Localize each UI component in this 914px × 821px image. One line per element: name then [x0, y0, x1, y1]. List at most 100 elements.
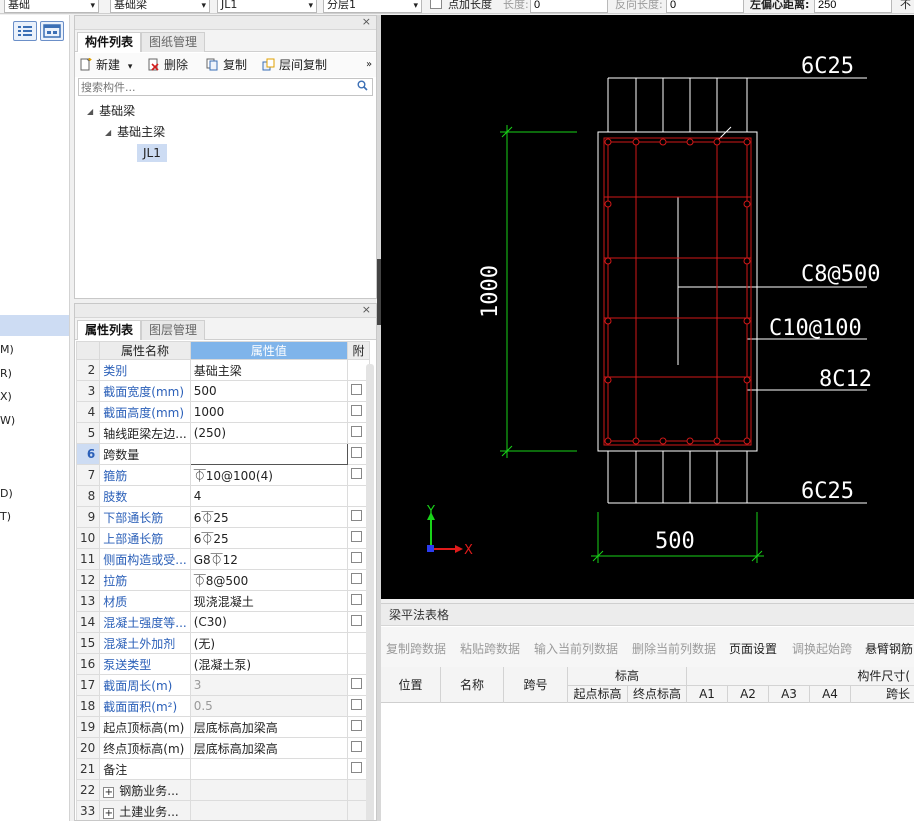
expand-plus-icon[interactable]: + — [103, 786, 115, 798]
tab-property-list[interactable]: 属性列表 — [77, 320, 142, 340]
floor-select[interactable]: 基础 ▾ — [4, 0, 99, 13]
left-nav-selected-item[interactable] — [0, 315, 69, 336]
delete-column-data-button[interactable]: 删除当前列数据 — [632, 640, 716, 657]
property-row[interactable]: 5 轴线距梁左边... (250) — [75, 422, 370, 444]
left-nav-item[interactable]: R) — [0, 367, 12, 381]
property-value[interactable] — [189, 443, 349, 465]
attach-checkbox[interactable] — [351, 594, 363, 605]
property-row[interactable]: 7 箍筋 ⏁10@100(4) — [75, 464, 370, 486]
property-value[interactable]: G8⏁12 — [189, 548, 349, 570]
col-name[interactable]: 名称 — [441, 667, 504, 703]
toolbar-more-button[interactable]: » — [366, 56, 372, 74]
property-row[interactable]: 16 泵送类型 (混凝土泵) — [75, 653, 370, 675]
col-component-size[interactable]: 构件尺寸( — [687, 667, 914, 685]
property-value[interactable]: 现浇混凝土 — [189, 590, 349, 612]
attach-checkbox[interactable] — [351, 426, 363, 437]
left-nav-item[interactable]: W) — [0, 414, 15, 428]
property-value[interactable]: 1000 — [189, 401, 349, 423]
property-row[interactable]: 3 截面宽度(mm) 500 — [75, 380, 370, 402]
new-button[interactable]: 新建 ▾ — [79, 56, 132, 74]
col-span-length[interactable]: 跨长 — [851, 685, 914, 703]
property-row[interactable]: 6 跨数量 — [75, 443, 370, 465]
tab-layer-management[interactable]: 图层管理 — [141, 320, 206, 340]
property-value[interactable]: 基础主梁 — [189, 359, 349, 381]
attach-checkbox[interactable] — [351, 762, 363, 773]
swap-start-span-button[interactable]: 调换起始跨 — [792, 640, 852, 657]
property-row[interactable]: 9 下部通长筋 6⏁25 — [75, 506, 370, 528]
left-nav-item[interactable]: T) — [0, 510, 11, 524]
left-nav-item[interactable]: D) — [0, 487, 13, 501]
close-icon[interactable]: × — [362, 304, 371, 316]
property-value[interactable]: ⏁8@500 — [189, 569, 349, 591]
col-start-elevation[interactable]: 起点标高 — [568, 685, 628, 703]
panel-view-icon[interactable] — [40, 21, 64, 41]
property-row[interactable]: 22 + 钢筋业务... — [75, 779, 370, 801]
property-value[interactable]: 层底标高加梁高 — [189, 716, 349, 738]
property-row[interactable]: 19 起点顶标高(m) 层底标高加梁高 — [75, 716, 370, 738]
property-value[interactable] — [189, 800, 349, 820]
property-value[interactable] — [189, 779, 349, 801]
component-search-input[interactable] — [79, 79, 349, 95]
property-row[interactable]: 2 类别 基础主梁 — [75, 359, 370, 381]
layer-select[interactable]: 分层1 ▾ — [323, 0, 422, 13]
close-icon[interactable]: × — [362, 15, 371, 28]
property-row[interactable]: 15 混凝土外加剂 (无) — [75, 632, 370, 654]
copy-button[interactable]: 复制 — [206, 56, 247, 74]
property-value[interactable]: 4 — [189, 485, 349, 507]
col-position[interactable]: 位置 — [381, 667, 441, 703]
property-row[interactable]: 13 材质 现浇混凝土 — [75, 590, 370, 612]
paste-span-data-button[interactable]: 粘贴跨数据 — [460, 640, 520, 657]
cad-drawing-canvas[interactable]: 6C25 C8@500 C10@100 8C12 6C25 500 1000 Y… — [381, 15, 914, 599]
tab-drawing-management[interactable]: 图纸管理 — [141, 32, 206, 52]
attach-checkbox[interactable] — [351, 720, 363, 731]
property-value[interactable]: 层底标高加梁高 — [189, 737, 349, 759]
tree-node-jl1[interactable]: JL1 — [137, 144, 167, 162]
col-a2[interactable]: A2 — [728, 685, 769, 703]
property-row[interactable]: 20 终点顶标高(m) 层底标高加梁高 — [75, 737, 370, 759]
delete-button[interactable]: 删除 — [147, 56, 188, 74]
property-value[interactable]: 6⏁25 — [189, 506, 349, 528]
property-scrollbar[interactable] — [366, 364, 374, 820]
col-end-elevation[interactable]: 终点标高 — [628, 685, 687, 703]
property-value[interactable]: ⏁10@100(4) — [189, 464, 349, 486]
tree-collapse-icon[interactable]: ◢ — [87, 107, 93, 116]
attach-checkbox[interactable] — [351, 573, 363, 584]
attach-checkbox[interactable] — [351, 699, 363, 710]
property-value[interactable] — [189, 758, 349, 780]
page-setup-button[interactable]: 页面设置 — [729, 640, 777, 657]
col-elevation[interactable]: 标高 — [568, 667, 687, 685]
attach-checkbox[interactable] — [351, 384, 363, 395]
tree-node-main-beam[interactable]: ◢ 基础主梁 — [105, 123, 165, 142]
property-row[interactable]: 17 截面周长(m) 3 — [75, 674, 370, 696]
property-row[interactable]: 33 + 土建业务... — [75, 800, 370, 820]
input-column-data-button[interactable]: 输入当前列数据 — [534, 640, 618, 657]
property-row[interactable]: 4 截面高度(mm) 1000 — [75, 401, 370, 423]
expand-plus-icon[interactable]: + — [103, 807, 115, 819]
property-value[interactable]: (C30) — [189, 611, 349, 633]
attach-checkbox[interactable] — [351, 510, 363, 521]
property-value[interactable]: (混凝土泵) — [189, 653, 349, 675]
name-select[interactable]: JL1 ▾ — [217, 0, 317, 13]
type-select[interactable]: 基础梁 ▾ — [110, 0, 210, 13]
floor-copy-button[interactable]: 层间复制 — [262, 56, 327, 74]
attach-checkbox[interactable] — [351, 678, 363, 689]
col-a1[interactable]: A1 — [687, 685, 728, 703]
property-row[interactable]: 11 侧面构造或受... G8⏁12 — [75, 548, 370, 570]
property-row[interactable]: 18 截面面积(m²) 0.5 — [75, 695, 370, 717]
property-value[interactable]: 3 — [189, 674, 349, 696]
attach-checkbox[interactable] — [351, 552, 363, 563]
property-row[interactable]: 12 拉筋 ⏁8@500 — [75, 569, 370, 591]
length-input[interactable] — [530, 0, 608, 13]
property-value[interactable]: 6⏁25 — [189, 527, 349, 549]
property-value[interactable]: (250) — [189, 422, 349, 444]
cantilever-rebar-button[interactable]: 悬臂钢筋 — [865, 640, 913, 657]
property-row[interactable]: 14 混凝土强度等... (C30) — [75, 611, 370, 633]
property-value[interactable]: 0.5 — [189, 695, 349, 717]
add-length-checkbox[interactable] — [430, 0, 442, 9]
attach-checkbox[interactable] — [351, 468, 363, 479]
copy-span-data-button[interactable]: 复制跨数据 — [386, 640, 446, 657]
col-a4[interactable]: A4 — [810, 685, 851, 703]
attach-checkbox[interactable] — [351, 615, 363, 626]
property-row[interactable]: 21 备注 — [75, 758, 370, 780]
attach-checkbox[interactable] — [351, 531, 363, 542]
